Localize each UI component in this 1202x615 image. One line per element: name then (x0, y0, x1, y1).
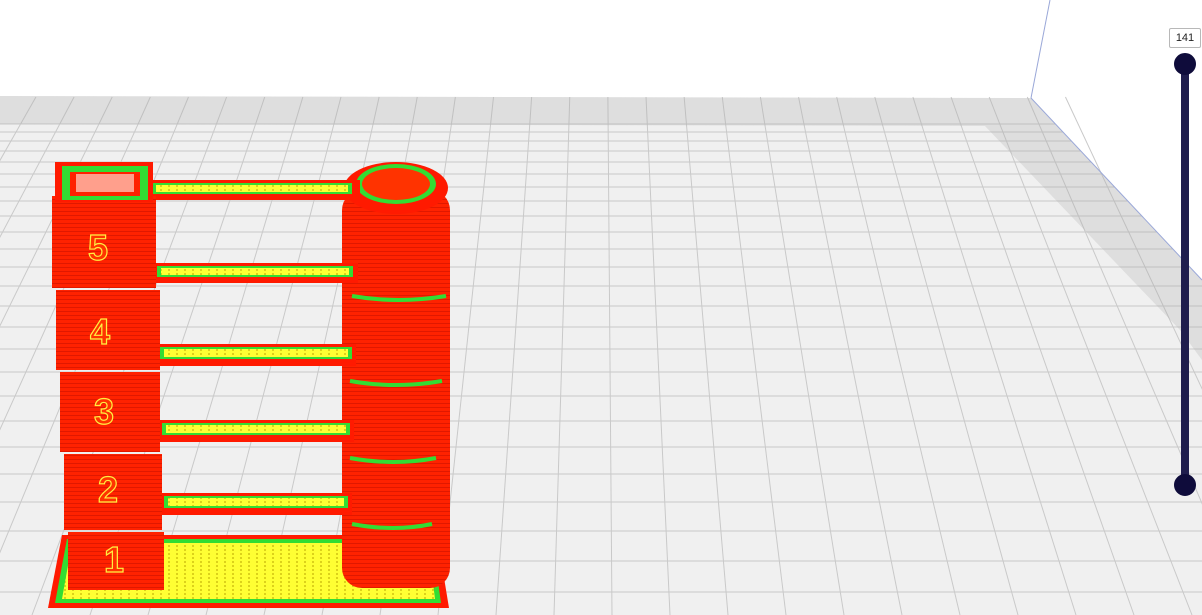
current-layer-label[interactable]: 141 (1169, 28, 1201, 48)
layer-min-handle[interactable] (1174, 474, 1196, 496)
tower-number-5: 5 (88, 227, 108, 268)
3d-viewport[interactable]: 5 4 3 2 1 (0, 0, 1202, 615)
tower-number-1: 1 (104, 539, 124, 580)
shelf (152, 263, 358, 283)
shelf (156, 344, 356, 366)
layer-max-handle[interactable] (1174, 53, 1196, 75)
shelf (158, 420, 354, 442)
scene-canvas[interactable]: 5 4 3 2 1 (0, 0, 1202, 615)
layer-slider-track[interactable] (1181, 64, 1189, 485)
shelf (160, 493, 352, 515)
tower-number-3: 3 (94, 391, 114, 432)
tower-number-2: 2 (98, 469, 118, 510)
tower-number-4: 4 (90, 311, 110, 352)
build-plate (0, 0, 1202, 615)
shelf (146, 180, 360, 200)
